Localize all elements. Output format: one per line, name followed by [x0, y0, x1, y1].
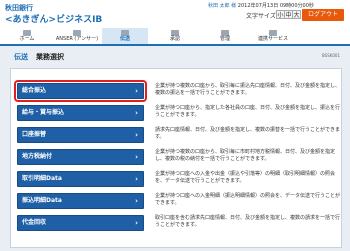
tab-label: ホーム — [19, 36, 35, 42]
menu-button-transaction-data[interactable]: 取引明細Data › — [17, 171, 144, 187]
chevron-right-icon: › — [135, 131, 138, 139]
menu-description: 企業が持つ複数の口座から、取引毎に振込先口座情報、日付、及び金額を指定し、複数の… — [155, 83, 341, 96]
menu-button-label: 代金回収 — [22, 219, 47, 226]
menu-description: 請求先口座情報、日付、及び金額を指定し、複数の振替を一括で行うことができます。 — [155, 127, 341, 140]
menu-description: 企業が持つ複数の口座から、取引毎に市町村地方税情報、日付、及び金額を指定し、複数… — [155, 149, 336, 162]
tab-label: 承認 — [169, 36, 180, 42]
menu-button-local-tax[interactable]: 地方税納付 › — [17, 149, 144, 165]
breadcrumb: 伝送 業務選択 BSSK001 — [10, 50, 342, 63]
logout-button[interactable]: ログアウト — [302, 9, 344, 21]
tab-admin[interactable]: 管理 — [202, 28, 248, 44]
chevron-right-icon: › — [135, 197, 138, 205]
menu-row: 代金回収 › 取引口座を含む請求先口座情報、日付、及び金額を指定し、複数の請求を一… — [17, 215, 340, 233]
menu-button-account-transfer[interactable]: 口座振替 › — [17, 127, 144, 143]
menu-button-salary-transfer[interactable]: 給与・賞与振込 › — [17, 105, 144, 121]
menu-description: 企業が持つ口座から、指定した各社員の口座、日付、及び金額を指定し、振込を行うこと… — [155, 105, 341, 118]
text-size-label: 文字サイズ — [246, 13, 276, 20]
menu-button-general-transfer[interactable]: 総合振込 › — [14, 80, 147, 102]
global-nav: ホーム ANSER (アンサー) 伝送 承認 管理 連携サービス — [0, 28, 350, 46]
menu-row: 地方税納付 › 企業が持つ複数の口座から、取引毎に市町村地方税情報、日付、及び金額… — [17, 149, 337, 167]
user-name: 秋田 太郎 様 — [208, 3, 237, 9]
menu-button-collection[interactable]: 代金回収 › — [17, 215, 144, 231]
user-info: 秋田 太郎 様 2012年07月13日 09時00分00秒 — [208, 2, 314, 9]
chevron-right-icon: › — [135, 87, 138, 95]
app-header: 秋田銀行 <あきぎん>ビジネスIB 秋田 太郎 様 2012年07月13日 09… — [0, 0, 350, 28]
menu-button-label: 給与・賞与振込 — [22, 109, 65, 116]
tab-linked-services[interactable]: 連携サービス — [248, 28, 298, 44]
menu-button-label: 振込明細Data — [22, 197, 62, 204]
menu-row: 取引明細Data › 企業が持つ口座への入金や出金（振込や引落等）の明細（取引明細… — [17, 171, 337, 189]
tab-label: 伝送 — [119, 36, 130, 42]
chevron-right-icon: › — [135, 175, 138, 183]
menu-row: 口座振替 › 請求先口座情報、日付、及び金額を指定し、複数の振替を一括で行うことが… — [17, 127, 340, 145]
business-select-panel: 総合振込 › 企業が持つ複数の口座から、取引毎に振込先口座情報、日付、及び金額を指… — [10, 68, 342, 248]
menu-row: 振込明細Data › 企業が持つ口座への入金明細（振込明細情報）の照会を、データ伝… — [17, 193, 340, 211]
tab-label: 管理 — [219, 36, 230, 42]
page-title: 業務選択 — [36, 53, 64, 61]
menu-button-label: 口座振替 — [22, 131, 47, 138]
tab-approval[interactable]: 承認 — [152, 28, 198, 44]
tab-label: 連携サービス — [257, 36, 288, 42]
breadcrumb-section: 伝送 — [14, 53, 28, 61]
menu-button-label: 総合振込 — [22, 87, 47, 94]
tab-home[interactable]: ホーム — [2, 28, 52, 44]
menu-description: 企業が持つ口座への入金明細（振込明細情報）の照会を、データ伝送で行うことができま… — [155, 193, 341, 206]
tab-anser[interactable]: ANSER (アンサー) — [52, 28, 102, 44]
menu-button-label: 取引明細Data — [22, 175, 62, 182]
service-logo[interactable]: <あきぎん>ビジネスIB — [5, 12, 102, 25]
chevron-right-icon: › — [135, 109, 138, 117]
text-size-large-button[interactable]: 大 — [292, 10, 301, 19]
menu-row: 給与・賞与振込 › 企業が持つ口座から、指定した各社員の口座、日付、及び金額を指定… — [17, 105, 340, 123]
chevron-right-icon: › — [135, 153, 138, 161]
menu-description: 取引口座を含む請求先口座情報、日付、及び金額を指定し、複数の請求を一括で行うこと… — [155, 215, 341, 228]
menu-button-deposit-data[interactable]: 振込明細Data › — [17, 193, 144, 209]
screen-id: BSSK001 — [321, 53, 340, 58]
chevron-right-icon: › — [135, 219, 138, 227]
tab-label: ANSER (アンサー) — [55, 36, 99, 42]
menu-button-label: 地方税納付 — [22, 153, 53, 160]
menu-description: 企業が持つ口座への入金や出金（振込や引落等）の明細（取引明細情報）の照会を、デー… — [155, 171, 336, 184]
tab-transfer[interactable]: 伝送 — [102, 28, 148, 44]
menu-row: 総合振込 › 企業が持つ複数の口座から、取引毎に振込先口座情報、日付、及び金額を指… — [14, 80, 340, 102]
